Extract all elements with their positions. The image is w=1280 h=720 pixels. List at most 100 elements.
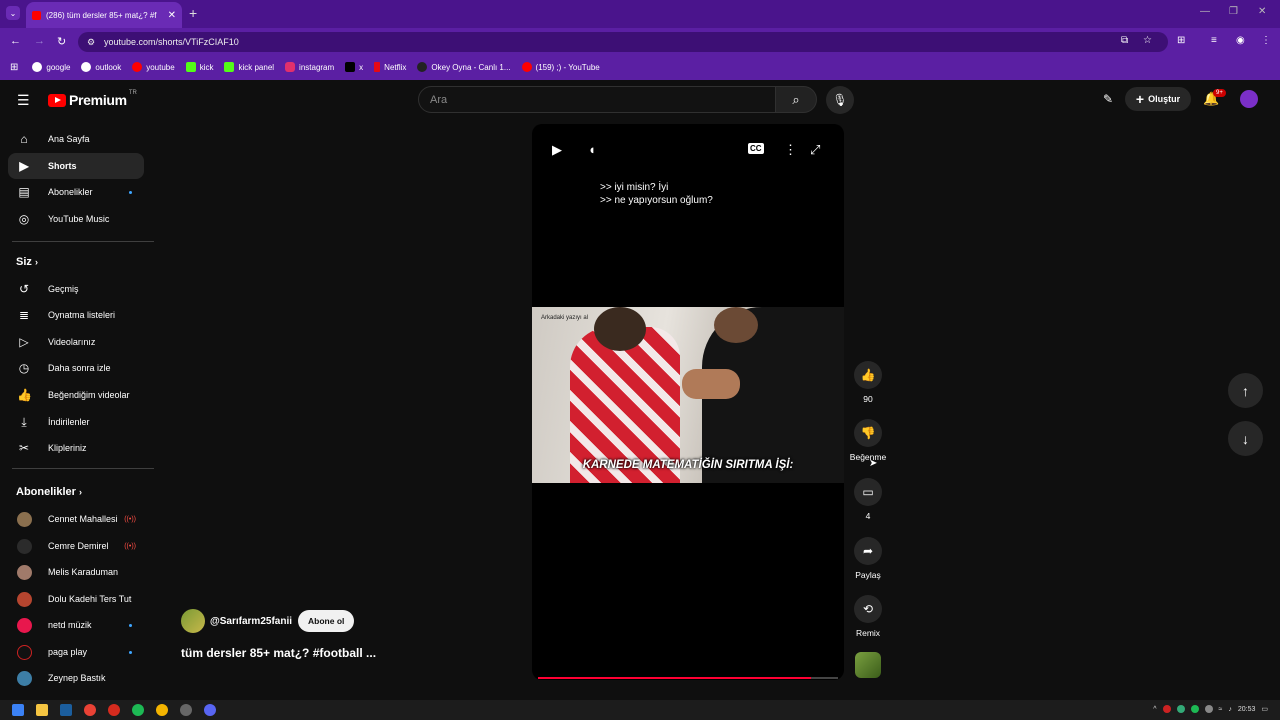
speaker-icon[interactable]: ♪ bbox=[1228, 706, 1232, 713]
tray-app-icon[interactable] bbox=[1176, 705, 1185, 713]
dislike-action[interactable]: 👎 Beğenme bbox=[848, 419, 888, 462]
minimize-button[interactable]: — bbox=[1200, 6, 1210, 17]
discord-icon[interactable] bbox=[204, 704, 216, 716]
next-short-button[interactable]: ↓ bbox=[1228, 421, 1263, 456]
bookmark-google[interactable]: google bbox=[32, 62, 70, 72]
sidebar-item-clips[interactable]: ✂ Klipleriniz bbox=[8, 435, 144, 461]
hamburger-menu-icon[interactable]: ☰ bbox=[17, 92, 30, 109]
sidebar-item-watch-later[interactable]: ◷ Daha sonra izle bbox=[8, 355, 144, 381]
windows-start-icon[interactable] bbox=[12, 704, 24, 716]
site-info-icon[interactable]: ⚙ bbox=[87, 37, 95, 48]
sidebar-item-your-videos[interactable]: ▷ Videolarınız bbox=[8, 329, 144, 355]
comments-action[interactable]: ▭ 4 bbox=[848, 478, 888, 521]
subscription-item[interactable]: paga play bbox=[8, 639, 144, 665]
sidebar-item-liked-videos[interactable]: 👍 Beğendiğim videolar bbox=[8, 382, 144, 408]
search-input[interactable]: Ara bbox=[418, 86, 776, 113]
tray-app-icon[interactable] bbox=[1204, 705, 1213, 713]
reload-button[interactable]: ↻ bbox=[57, 35, 66, 48]
you-section-heading[interactable]: Siz › bbox=[16, 256, 38, 268]
video-person-head bbox=[594, 307, 646, 351]
like-action[interactable]: 👍 90 bbox=[848, 361, 888, 404]
youtube-premium-logo[interactable]: Premium TR bbox=[48, 90, 137, 108]
bookmark-youtube-playlist[interactable]: (159) ;) - YouTube bbox=[521, 62, 600, 72]
spotify-icon[interactable] bbox=[132, 704, 144, 716]
new-tab-button[interactable]: + bbox=[189, 5, 197, 21]
forward-button[interactable]: → bbox=[34, 35, 45, 47]
subscription-item[interactable]: Cemre Demirel ((•)) bbox=[8, 533, 144, 559]
profile-icon[interactable]: ◉ bbox=[1236, 35, 1245, 46]
cast-icon[interactable]: ✎ bbox=[1103, 92, 1113, 106]
close-window-button[interactable]: ✕ bbox=[1258, 6, 1266, 17]
remix-action[interactable]: ⟲ Remix bbox=[848, 595, 888, 638]
sidebar-item-home[interactable]: ⌂ Ana Sayfa bbox=[8, 126, 144, 152]
channel-handle[interactable]: @Sarıfarm25fanii bbox=[210, 616, 292, 627]
bookmark-okey[interactable]: Okey Oyna - Canlı 1... bbox=[417, 62, 511, 72]
bookmark-kick-panel[interactable]: kick panel bbox=[224, 62, 274, 72]
create-button[interactable]: + Oluştur bbox=[1125, 87, 1191, 111]
steam-icon[interactable] bbox=[60, 704, 72, 716]
taskbar-clock[interactable]: 20:53 bbox=[1238, 706, 1256, 713]
share-action[interactable]: ➦ Paylaş bbox=[848, 537, 888, 580]
subscriptions-section-heading[interactable]: Abonelikler › bbox=[16, 486, 82, 498]
thumbs-up-icon[interactable]: 👍 bbox=[854, 361, 882, 389]
account-avatar[interactable] bbox=[1240, 90, 1258, 108]
fullscreen-icon[interactable]: ⤢ bbox=[810, 142, 820, 158]
address-bar[interactable]: ⚙ youtube.com/shorts/VTiFzCIAF10 bbox=[78, 32, 1168, 52]
subscription-item[interactable]: Zeynep Bastık bbox=[8, 665, 144, 691]
install-app-icon[interactable]: ⧉ bbox=[1121, 35, 1128, 46]
captions-button[interactable]: CC bbox=[748, 143, 764, 154]
chevron-up-icon[interactable]: ^ bbox=[1153, 706, 1156, 713]
bookmark-youtube[interactable]: youtube bbox=[132, 62, 175, 72]
obs-icon[interactable] bbox=[180, 704, 192, 716]
active-tab[interactable]: (286) tüm dersler 85+ mat¿? #f ✕ bbox=[26, 2, 182, 28]
video-title[interactable]: tüm dersler 85+ mat¿? #football ... bbox=[181, 646, 376, 660]
more-options-icon[interactable]: ⋮ bbox=[784, 142, 797, 158]
comment-icon[interactable]: ▭ bbox=[854, 478, 882, 506]
previous-short-button[interactable]: ↑ bbox=[1228, 373, 1263, 408]
restore-button[interactable]: ❐ bbox=[1229, 6, 1238, 17]
volume-button[interactable]: ◖ bbox=[588, 142, 596, 157]
bookmark-x[interactable]: x bbox=[345, 62, 363, 72]
play-button[interactable]: ▶ bbox=[552, 142, 562, 158]
sidebar-item-subscriptions[interactable]: ▤ Abonelikler bbox=[8, 179, 144, 205]
chrome-icon[interactable] bbox=[84, 704, 96, 716]
wifi-icon[interactable]: ≈ bbox=[1219, 706, 1223, 713]
sidebar-item-youtube-music[interactable]: ◎ YouTube Music bbox=[8, 206, 144, 232]
voice-search-button[interactable]: 🎙 bbox=[826, 86, 854, 114]
chrome-profile-icon[interactable] bbox=[156, 704, 168, 716]
tab-search-button[interactable]: ⌄ bbox=[6, 6, 20, 20]
bookmark-star-icon[interactable]: ☆ bbox=[1143, 35, 1152, 46]
sidebar-item-shorts[interactable]: ▶ Shorts bbox=[8, 153, 144, 179]
sidebar-item-downloads[interactable]: ⤓ İndirilenler bbox=[8, 409, 144, 435]
sidebar-item-history[interactable]: ↺ Geçmiş bbox=[8, 276, 144, 302]
bookmark-outlook[interactable]: outlook bbox=[81, 62, 121, 72]
search-button[interactable]: ⌕ bbox=[775, 86, 817, 113]
bookmark-netflix[interactable]: Netflix bbox=[374, 62, 406, 72]
remix-icon[interactable]: ⟲ bbox=[854, 595, 882, 623]
subscription-item[interactable]: Cennet Mahallesi ((•)) bbox=[8, 506, 144, 532]
download-icon: ⤓ bbox=[21, 414, 27, 429]
share-icon[interactable]: ➦ bbox=[854, 537, 882, 565]
channel-avatar[interactable] bbox=[181, 609, 205, 633]
tray-app-icon[interactable] bbox=[1162, 705, 1171, 713]
subscription-item[interactable]: Melis Karaduman bbox=[8, 559, 144, 585]
opera-icon[interactable] bbox=[108, 704, 120, 716]
video-progress-bar[interactable] bbox=[538, 677, 838, 679]
bookmark-kick[interactable]: kick bbox=[185, 62, 213, 72]
media-controls-icon[interactable]: ≡ bbox=[1211, 35, 1217, 46]
tray-app-icon[interactable] bbox=[1190, 705, 1199, 713]
subscription-item[interactable]: Dolu Kadehi Ters Tut bbox=[8, 586, 144, 612]
subscription-item[interactable]: netd müzik bbox=[8, 612, 144, 638]
browser-menu-icon[interactable]: ⋮ bbox=[1261, 35, 1271, 46]
file-explorer-icon[interactable] bbox=[36, 704, 48, 716]
back-button[interactable]: ← bbox=[10, 35, 21, 47]
sidebar-item-playlists[interactable]: ≣ Oynatma listeleri bbox=[8, 302, 144, 328]
bookmark-instagram[interactable]: instagram bbox=[285, 62, 334, 72]
subscribe-button[interactable]: Abone ol bbox=[298, 610, 355, 632]
sound-thumbnail[interactable] bbox=[855, 652, 881, 678]
apps-grid-icon[interactable]: ⊞ bbox=[10, 62, 18, 73]
extensions-icon[interactable]: ⊞ bbox=[1177, 35, 1185, 46]
close-tab-icon[interactable]: ✕ bbox=[168, 10, 176, 21]
thumbs-down-icon[interactable]: 👎 bbox=[854, 419, 882, 447]
notification-center-icon[interactable]: ▭ bbox=[1261, 705, 1268, 713]
